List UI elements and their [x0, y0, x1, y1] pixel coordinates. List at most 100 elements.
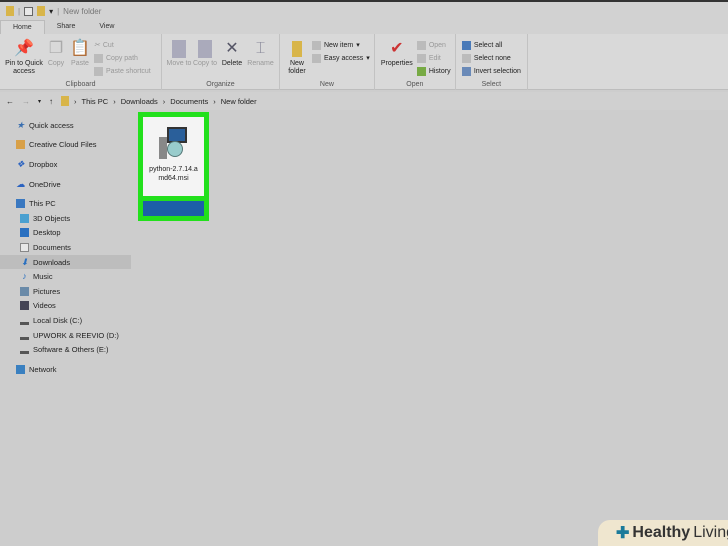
delete-x-icon: ✕	[225, 40, 239, 57]
pin-icon: 📌	[14, 40, 34, 57]
breadcrumb-downloads[interactable]: Downloads	[121, 97, 158, 106]
forward-arrow-icon[interactable]: →	[22, 97, 30, 106]
desktop-icon	[20, 228, 29, 238]
breadcrumb-new-folder[interactable]: New folder	[221, 97, 257, 106]
delete-button[interactable]: ✕ Delete	[218, 36, 246, 68]
easy-access-icon	[312, 53, 321, 63]
nav-creative-cloud[interactable]: Creative Cloud Files	[0, 138, 131, 153]
qat-dropdown-icon[interactable]: ▾	[49, 7, 53, 16]
nav-videos[interactable]: Videos	[0, 299, 131, 314]
new-group: New folder New item ▾ Easy access ▾ New	[280, 34, 375, 90]
new-folder-button[interactable]: New folder	[284, 36, 310, 76]
move-to-button[interactable]: Move to	[166, 36, 192, 68]
folder-icon	[289, 40, 305, 58]
edit-button[interactable]: Edit	[416, 53, 451, 63]
network-icon	[16, 364, 25, 374]
dropbox-icon: ❖	[16, 158, 25, 169]
document-icon	[20, 242, 29, 252]
navigation-pane: ★ Quick access Creative Cloud Files ❖ Drop…	[0, 118, 131, 546]
breadcrumb[interactable]: › This PC › Downloads › Documents › New fol…	[61, 96, 257, 106]
paste-button[interactable]: 📋 Paste	[68, 36, 92, 68]
installer-icon	[158, 127, 189, 161]
new-label: New	[319, 81, 334, 88]
tab-view[interactable]: View	[87, 20, 126, 34]
recent-dropdown-icon[interactable]: ▾	[38, 98, 41, 105]
nav-dropbox[interactable]: ❖ Dropbox	[0, 157, 131, 172]
file-python-msi[interactable]: python-2.7.14.a md64.msi	[138, 112, 209, 201]
nav-this-pc[interactable]: This PC	[0, 196, 131, 211]
properties-button[interactable]: ✔ Properties	[379, 36, 415, 68]
move-icon	[172, 40, 186, 58]
new-item-icon	[312, 40, 321, 50]
select-all-icon	[461, 40, 471, 50]
nav-3d-objects[interactable]: 3D Objects	[0, 211, 131, 226]
computer-icon	[16, 199, 25, 209]
healthy-living-watermark: ✚ HealthyLiving	[598, 520, 728, 546]
properties-qat-icon[interactable]	[24, 6, 34, 16]
select-none-icon	[461, 53, 471, 63]
copy-button[interactable]: ❐ Copy	[44, 36, 68, 68]
paste-shortcut-button[interactable]: Paste shortcut	[94, 66, 151, 76]
tab-share[interactable]: Share	[45, 20, 88, 34]
window-title: New folder	[63, 6, 102, 16]
download-icon: ⬇	[20, 256, 29, 267]
open-label: Open	[406, 81, 424, 88]
breadcrumb-documents[interactable]: Documents	[170, 97, 208, 106]
invert-selection-button[interactable]: Invert selection	[461, 66, 521, 76]
up-arrow-icon[interactable]: ↑	[49, 97, 53, 106]
music-icon: ♪	[22, 271, 27, 282]
copy-path-button[interactable]: Copy path	[94, 53, 151, 63]
ribbon: 📌 Pin to Quick access ❐ Copy 📋 Paste ✂ Cut C…	[0, 34, 728, 90]
copy-to-button[interactable]: Copy to	[192, 36, 218, 68]
select-label: Select	[481, 81, 502, 88]
open-button[interactable]: Open	[416, 40, 451, 50]
clipboard-label: Clipboard	[65, 81, 96, 88]
address-bar: ← → ▾ ↑ › This PC › Downloads › Documents ›…	[0, 92, 728, 110]
nav-documents[interactable]: Documents	[0, 240, 131, 255]
cloud-icon: ☁	[16, 178, 25, 189]
back-arrow-icon[interactable]: ←	[6, 97, 14, 106]
rename-icon: ⌶	[255, 40, 266, 57]
scissors-icon: ✂	[94, 42, 100, 49]
copy-to-icon	[198, 40, 212, 58]
organize-label: Organize	[206, 81, 235, 88]
organize-group: Move to Copy to ✕ Delete ⌶ Rename Organize	[162, 34, 280, 90]
open-group: ✔ Properties Open Edit History Open	[375, 34, 456, 90]
properties-check-icon: ✔	[390, 40, 404, 57]
history-button[interactable]: History	[416, 66, 451, 76]
copy-path-icon	[94, 53, 103, 63]
nav-drive-e[interactable]: Software & Others (E:)	[0, 342, 131, 357]
nav-onedrive[interactable]: ☁ OneDrive	[0, 177, 131, 192]
folder-icon	[16, 140, 25, 150]
pictures-icon	[20, 286, 29, 296]
star-icon: ★	[16, 119, 25, 130]
plus-logo-icon: ✚	[616, 525, 630, 542]
nav-pictures[interactable]: Pictures	[0, 284, 131, 299]
breadcrumb-this-pc[interactable]: This PC	[82, 97, 109, 106]
open-icon	[416, 40, 426, 50]
nav-desktop[interactable]: Desktop	[0, 226, 131, 241]
title-bar: | ▾ | New folder	[0, 0, 728, 20]
copy-icon: ❐	[48, 40, 64, 57]
ribbon-tabs: File Home Share View	[0, 20, 728, 221]
tab-home[interactable]: Home	[0, 20, 45, 34]
clipboard-group: 📌 Pin to Quick access ❐ Copy 📋 Paste ✂ Cut C…	[0, 34, 162, 90]
rename-button[interactable]: ⌶ Rename	[246, 36, 275, 68]
folder-icon	[61, 96, 70, 106]
nav-network[interactable]: Network	[0, 362, 131, 377]
select-group: Select all Select none Invert selection …	[456, 34, 528, 90]
select-none-button[interactable]: Select none	[461, 53, 521, 63]
cut-button[interactable]: ✂ Cut	[94, 40, 151, 50]
pin-quick-access-button[interactable]: 📌 Pin to Quick access	[4, 36, 44, 76]
new-item-button[interactable]: New item ▾	[312, 40, 370, 50]
new-folder-qat-icon[interactable]	[37, 6, 46, 16]
nav-music[interactable]: ♪ Music	[0, 269, 131, 284]
select-all-button[interactable]: Select all	[461, 40, 521, 50]
nav-drive-d[interactable]: UPWORK & REEVIO (D:)	[0, 328, 131, 343]
nav-downloads[interactable]: ⬇ Downloads	[0, 254, 131, 270]
history-icon	[416, 66, 426, 76]
nav-local-disk-c[interactable]: Local Disk (C:)	[0, 313, 131, 328]
nav-quick-access[interactable]: ★ Quick access	[0, 118, 131, 133]
cube-icon	[20, 213, 29, 223]
easy-access-button[interactable]: Easy access ▾	[312, 53, 370, 63]
